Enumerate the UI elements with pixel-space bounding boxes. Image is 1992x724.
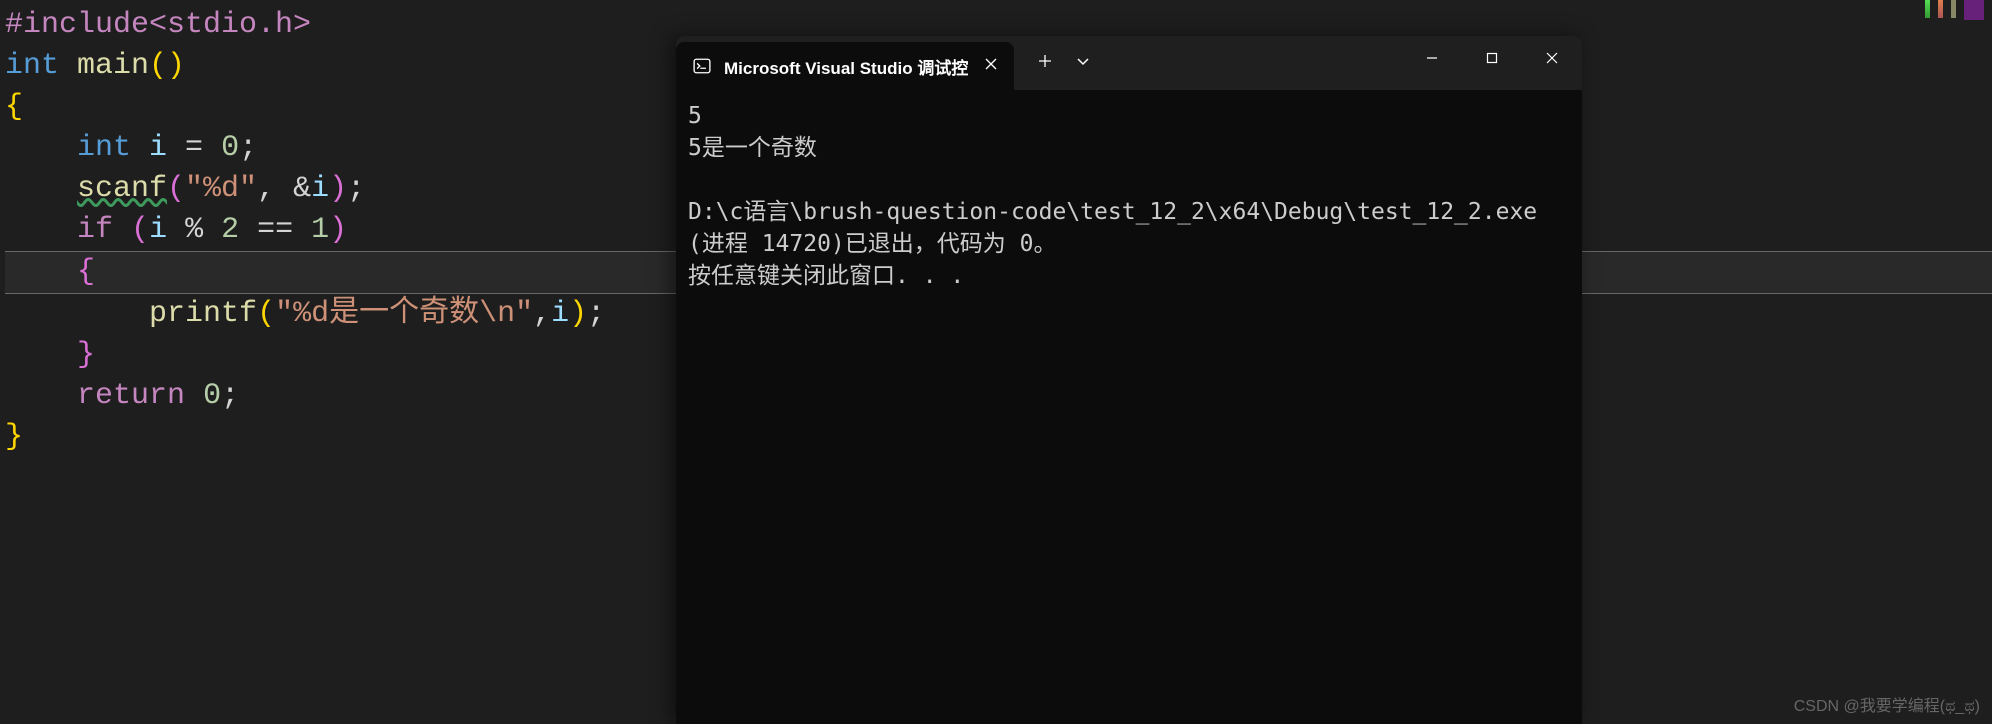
indent [5,379,77,413]
variable: i [551,297,569,331]
open-brace: { [5,90,23,124]
comma: , [257,172,293,206]
indent [5,213,77,247]
terminal-tab[interactable]: Microsoft Visual Studio 调试控 [676,42,1014,90]
indent [5,172,77,206]
variable: i [311,172,329,206]
indent [5,131,77,165]
paren-pair: () [149,49,185,83]
window-controls [1402,36,1582,80]
terminal-titlebar[interactable]: Microsoft Visual Studio 调试控 [676,36,1582,90]
status-bar-icon [1938,0,1943,18]
visual-studio-icon [1964,0,1984,20]
string-literal: "%d" [185,172,257,206]
open-paren: ( [257,297,275,331]
space [113,213,131,247]
number-literal: 2 [221,213,239,247]
number-literal: 0 [203,379,221,413]
operator: = [185,131,221,165]
number-literal: 0 [221,131,239,165]
close-paren: ) [329,172,347,206]
function-call: scanf [77,172,167,206]
editor-toolbar-icons [1925,0,1984,24]
close-window-button[interactable] [1522,36,1582,80]
indent [5,297,149,331]
terminal-icon [692,56,712,76]
indent [5,338,77,372]
terminal-tab-title: Microsoft Visual Studio 调试控 [724,54,968,79]
preprocessor-directive: #include [5,8,149,42]
operator: == [239,213,311,247]
semicolon: ; [221,379,239,413]
address-op: & [293,172,311,206]
tab-dropdown-button[interactable] [1068,54,1098,72]
variable: i [149,213,167,247]
comma: , [533,297,551,331]
close-tab-button[interactable] [980,53,1002,80]
status-bar-icon [1951,0,1956,18]
close-paren: ) [569,297,587,331]
type-keyword: int [77,131,131,165]
terminal-window: Microsoft Visual Studio 调试控 5 5是一个奇数 D:\… [676,36,1582,724]
include-header: <stdio.h> [149,8,311,42]
status-bar-icon [1925,0,1930,18]
indent [5,255,77,289]
new-tab-button[interactable] [1022,52,1068,75]
close-brace: } [77,338,95,372]
string-literal: "%d是一个奇数\n" [275,297,533,331]
return-keyword: return [77,379,185,413]
type-keyword: int [5,49,77,83]
watermark: CSDN @我要学编程(ಥ_ಥ) [1794,692,1980,716]
space [185,379,203,413]
function-call: printf [149,297,257,331]
if-keyword: if [77,213,113,247]
operator: % [167,213,221,247]
number-literal: 1 [311,213,329,247]
open-paren: ( [131,213,149,247]
terminal-output[interactable]: 5 5是一个奇数 D:\c语言\brush-question-code\test… [676,90,1582,302]
function-name: main [77,49,149,83]
close-paren: ) [329,213,347,247]
variable: i [131,131,185,165]
minimize-button[interactable] [1402,36,1462,80]
open-brace: { [77,255,95,289]
open-paren: ( [167,172,185,206]
close-brace: } [5,420,23,454]
semicolon: ; [239,131,257,165]
semicolon: ; [587,297,605,331]
maximize-button[interactable] [1462,36,1522,80]
semicolon: ; [347,172,365,206]
